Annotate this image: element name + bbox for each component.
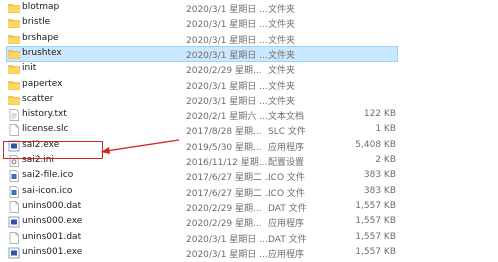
exe-icon [8, 247, 20, 259]
file-date: 2020/3/1 星期日 ... [186, 249, 268, 260]
file-row[interactable]: unins000.dat 2020/2/29 星期... DAT 文件 1,557 K… [0, 199, 498, 215]
file-type: DAT 文件 [268, 203, 307, 214]
file-date: 2020/2/1 星期六 ... [186, 112, 268, 123]
file-type: 配置设置 [268, 158, 305, 168]
file-date: 2020/3/1 星期日 ... [186, 96, 268, 107]
ico-icon [8, 170, 20, 183]
folder-icon [8, 17, 20, 29]
file-date: 2017/6/27 星期二 ... [186, 173, 274, 184]
text-file-icon [8, 109, 20, 121]
file-name: bristle [22, 17, 51, 28]
file-size: 383 KB [363, 170, 396, 181]
file-name: unins001.dat [22, 231, 82, 242]
file-icon [8, 201, 20, 213]
file-row[interactable]: bristle 2020/3/1 星期日 ... 文件夹 [0, 15, 498, 31]
file-date: 2020/3/1 星期日 ... [186, 81, 268, 92]
file-type: 文件夹 [268, 35, 296, 46]
file-type: 文件夹 [268, 66, 296, 77]
file-list: blotmap 2020/3/1 星期日 ... 文件夹 bristle 2020/3/… [0, 0, 498, 260]
file-size: 1,557 KB [355, 231, 396, 242]
file-name: sai-icon.ico [22, 185, 73, 196]
file-type: 文本文档 [268, 112, 305, 123]
folder-icon [8, 63, 20, 75]
file-icon [8, 231, 20, 244]
file-size: 1,557 KB [355, 216, 396, 227]
folder-icon [8, 94, 20, 106]
file-date: 2017/6/27 星期二 ... [186, 188, 274, 199]
file-name: sai2-file.ico [22, 170, 74, 181]
file-name: unins001.exe [22, 246, 83, 257]
arrow-annotation [101, 139, 180, 154]
file-date: 2020/2/29 星期... [186, 219, 262, 230]
file-type: 文件夹 [268, 96, 296, 107]
file-name: blotmap [22, 2, 60, 12]
file-type: 文件夹 [268, 81, 296, 92]
file-row[interactable]: history.txt 2020/2/1 星期六 ... 文本文档 122 KB [0, 107, 498, 123]
folder-icon [8, 79, 20, 91]
file-date: 2020/3/1 星期日 ... [186, 5, 268, 15]
file-type: 应用程序 [268, 249, 305, 260]
file-type: SLC 文件 [268, 127, 306, 138]
file-date: 2019/5/30 星期... [186, 142, 262, 153]
file-date: 2016/11/12 星期... [186, 158, 268, 168]
file-row[interactable]: unins001.exe 2020/3/1 星期日 ... 应用程序 1,557 KB [0, 245, 498, 261]
file-size: 122 KB [363, 109, 396, 120]
ico-icon [8, 185, 20, 198]
file-row[interactable]: init 2020/2/29 星期... 文件夹 [0, 61, 498, 77]
file-name: unins000.dat [22, 200, 82, 211]
file-size: 1 KB [375, 124, 396, 135]
file-date: 2020/3/1 星期日 ... [186, 50, 268, 61]
file-name: brshape [22, 32, 59, 43]
file-size: 1,557 KB [355, 246, 396, 257]
file-type: ICO 文件 [268, 173, 305, 184]
file-date: 2020/3/1 星期日 ... [186, 20, 268, 31]
file-size: 5,408 KB [355, 139, 396, 150]
file-name: scatter [22, 93, 54, 104]
file-name: history.txt [22, 109, 67, 120]
file-type: 文件夹 [268, 5, 296, 15]
folder-icon [8, 33, 20, 45]
file-row[interactable]: scatter 2020/3/1 星期日 ... 文件夹 [0, 92, 498, 108]
file-row[interactable]: brshape 2020/3/1 星期日 ... 文件夹 [0, 31, 498, 47]
file-date: 2020/3/1 星期日 ... [186, 35, 268, 46]
file-type: 文件夹 [268, 50, 296, 61]
file-name: unins000.exe [22, 216, 83, 227]
exe-icon [8, 216, 20, 228]
file-name: papertex [22, 78, 63, 89]
file-date: 2017/8/28 星期... [186, 127, 262, 138]
folder-icon [8, 48, 20, 60]
file-row[interactable]: sai2-file.ico 2017/6/27 星期二 ... ICO 文件 383 … [0, 168, 498, 184]
file-date: 2020/2/29 星期... [186, 203, 262, 214]
file-name: brushtex [22, 47, 62, 58]
file-row[interactable]: unins001.dat 2020/3/1 星期日 ... DAT 文件 1,557 … [0, 230, 498, 246]
file-row[interactable]: unins000.exe 2020/2/29 星期... 应用程序 1,557 KB [0, 214, 498, 230]
file-row[interactable]: papertex 2020/3/1 星期日 ... 文件夹 [0, 77, 498, 93]
file-name: init [22, 63, 37, 74]
file-size: 383 KB [363, 185, 396, 196]
file-type: 应用程序 [268, 219, 305, 230]
file-type: 文件夹 [268, 20, 296, 31]
file-row[interactable]: sai-icon.ico 2017/6/27 星期二 ... ICO 文件 383 K… [0, 184, 498, 200]
file-type: ICO 文件 [268, 188, 305, 199]
file-date: 2020/2/29 星期... [186, 66, 262, 77]
folder-icon [8, 2, 20, 14]
file-icon [8, 124, 20, 137]
file-size: 2 KB [375, 155, 396, 165]
file-row[interactable]: license.slc 2017/8/28 星期... SLC 文件 1 KB [0, 122, 498, 138]
file-size: 1,557 KB [355, 200, 396, 211]
file-row[interactable]: brushtex 2020/3/1 星期日 ... 文件夹 [0, 45, 498, 62]
file-type: 应用程序 [268, 142, 305, 153]
highlight-box [3, 141, 103, 159]
file-name: license.slc [22, 124, 69, 135]
file-row[interactable]: blotmap 2020/3/1 星期日 ... 文件夹 [0, 0, 498, 16]
